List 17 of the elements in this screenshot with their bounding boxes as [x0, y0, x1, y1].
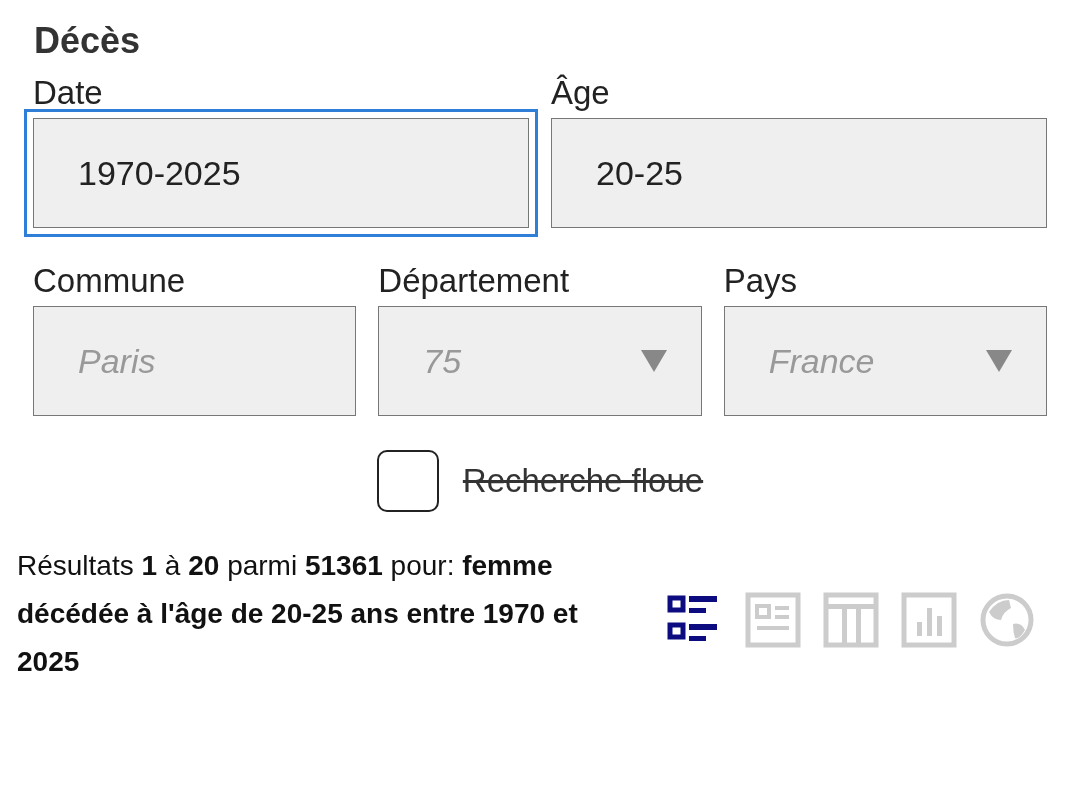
field-label: Date [33, 74, 103, 112]
table-view-icon[interactable] [823, 592, 879, 648]
input-field[interactable]: 20-25 [551, 118, 1047, 228]
caret-icon [986, 350, 1012, 372]
results-summary: Résultats 1 à 20 parmi 51361 pour: femme décédée à l'âge de 20-25 ans entre 1970 et 2025 [17, 549, 579, 679]
field-label: Département [378, 262, 570, 300]
field-label: Âge [551, 74, 610, 112]
bar-chart-icon[interactable] [901, 592, 957, 648]
checkbox[interactable] [376, 450, 439, 512]
checkbox-label[interactable]: Recherche floue [462, 462, 704, 500]
field-label: Commune [33, 262, 186, 300]
input-field[interactable]: 1970-2025 [24, 109, 538, 237]
globe-icon[interactable] [979, 592, 1035, 648]
caret-icon [640, 350, 667, 372]
field-label: Pays [723, 262, 798, 300]
card-view-icon[interactable] [745, 592, 801, 648]
section-title: Décès [34, 20, 141, 62]
